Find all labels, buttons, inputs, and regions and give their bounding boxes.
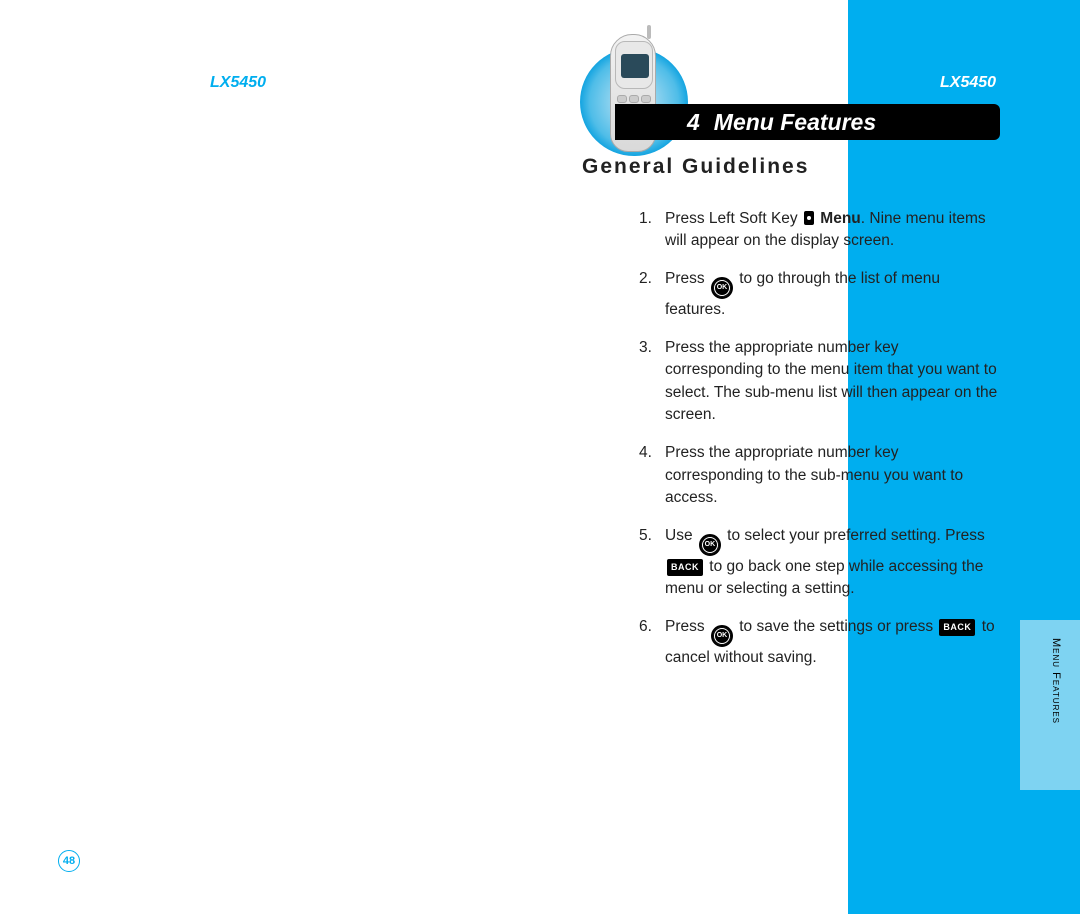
step-5: Use OK to select your preferred setting.… [639, 525, 1001, 600]
manual-spread: LX5450 48 Menu Features LX5450 4 [0, 0, 1080, 914]
step-text: to save the settings or press [735, 618, 937, 635]
chapter-number: 4 [687, 109, 714, 136]
back-icon: BACK [667, 559, 703, 576]
section-title: General Guidelines [582, 155, 809, 179]
page-number-right: 49 [1029, 850, 1051, 872]
guidelines-list: Press Left Soft Key Menu. Nine menu item… [599, 208, 1001, 686]
back-icon: BACK [939, 619, 975, 636]
right-page: Menu Features LX5450 4 Menu Features Gen… [525, 0, 1080, 914]
page-number-left: 48 [58, 850, 80, 872]
left-softkey-icon [804, 211, 814, 225]
step-3: Press the appropriate number key corresp… [639, 337, 1001, 426]
chapter-title: Menu Features [714, 109, 876, 136]
step-text: Press the appropriate number key corresp… [665, 444, 963, 506]
step-4: Press the appropriate number key corresp… [639, 442, 1001, 509]
chapter-bar: 4 Menu Features [615, 104, 1000, 140]
step-text: to select your preferred setting. Press [723, 527, 985, 544]
step-text: Press [665, 618, 709, 635]
menu-label: Menu [816, 210, 861, 227]
ok-icon: OK [711, 625, 733, 647]
step-text: Press [665, 270, 709, 287]
ok-icon: OK [711, 277, 733, 299]
step-text: Press the appropriate number key corresp… [665, 339, 997, 423]
step-text: Press Left Soft Key [665, 210, 802, 227]
model-header-left: LX5450 [210, 74, 266, 92]
step-2: Press OK to go through the list of menu … [639, 268, 1001, 321]
step-1: Press Left Soft Key Menu. Nine menu item… [639, 208, 1001, 253]
step-text: to go back one step while accessing the … [665, 558, 983, 597]
step-6: Press OK to save the settings or press B… [639, 616, 1001, 669]
step-text: Use [665, 527, 697, 544]
section-tab-label: Menu Features [1050, 638, 1062, 724]
ok-icon: OK [699, 534, 721, 556]
model-header-right: LX5450 [940, 74, 996, 92]
left-page: LX5450 48 [0, 0, 525, 914]
